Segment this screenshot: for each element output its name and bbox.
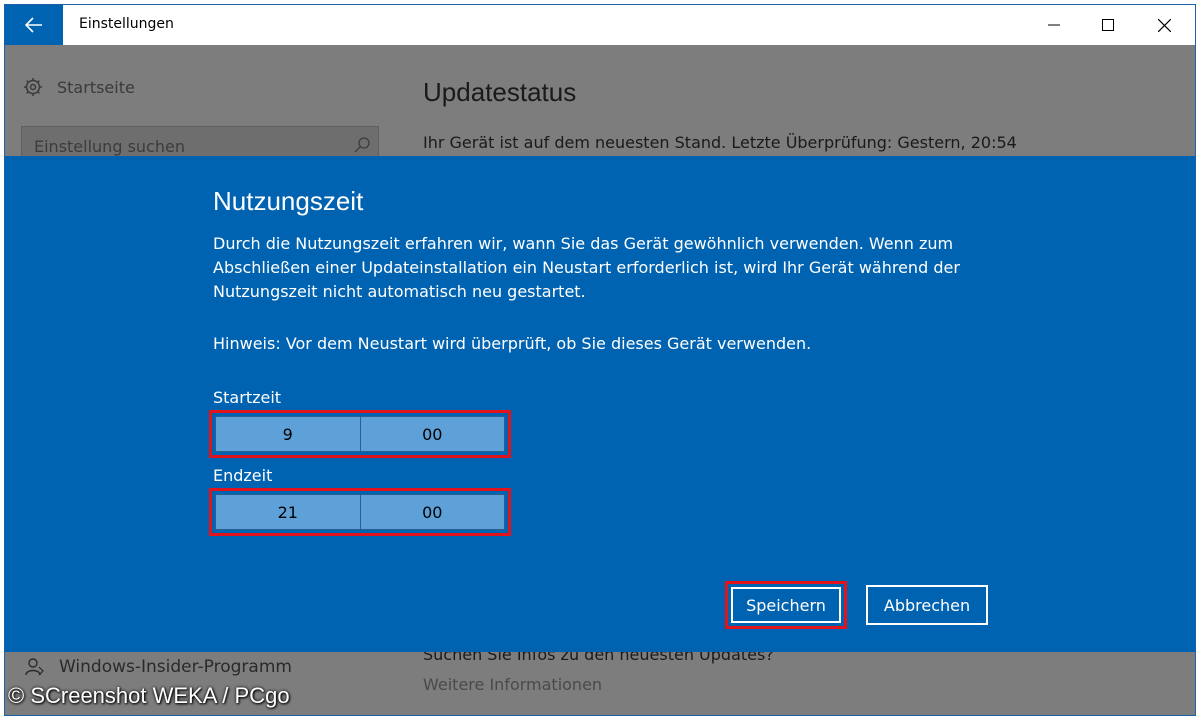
update-status-text: Ihr Gerät ist auf dem neuesten Stand. Le… <box>423 133 1017 152</box>
close-icon <box>1157 18 1171 32</box>
copyright-watermark: © SCreenshot WEKA / PCgo <box>8 683 290 708</box>
search-input[interactable] <box>34 135 334 157</box>
close-button[interactable] <box>1139 5 1189 45</box>
maximize-button[interactable] <box>1083 5 1133 45</box>
minimize-icon <box>1048 24 1060 26</box>
minimize-button[interactable] <box>1029 5 1079 45</box>
more-info-link[interactable]: Weitere Informationen <box>423 675 602 694</box>
window-title: Einstellungen <box>79 16 174 32</box>
active-hours-dialog: Nutzungszeit Durch die Nutzungszeit erfa… <box>5 156 1195 652</box>
end-time-picker[interactable]: 21 00 <box>215 494 505 530</box>
start-hour-field[interactable]: 9 <box>216 417 360 451</box>
end-hour-field[interactable]: 21 <box>216 495 360 529</box>
start-time-label: Startzeit <box>213 388 282 407</box>
dialog-title: Nutzungszeit <box>213 186 364 216</box>
start-time-highlight: 9 00 <box>209 410 511 458</box>
end-time-highlight: 21 00 <box>209 488 511 536</box>
start-minute-field[interactable]: 00 <box>359 417 505 451</box>
sidebar-home-label: Startseite <box>57 77 135 97</box>
gear-icon <box>24 78 42 96</box>
dialog-note: Hinweis: Vor dem Neustart wird überprüft… <box>213 334 812 353</box>
settings-window: Einstellungen Startseite Updatestatus Ih… <box>4 4 1196 716</box>
search-icon <box>354 137 370 153</box>
sidebar-item-insider-label: Windows-Insider-Programm <box>59 657 292 677</box>
save-button[interactable]: Speichern <box>731 587 841 623</box>
page-title: Updatestatus <box>423 77 577 107</box>
save-button-highlight: Speichern <box>725 581 847 629</box>
end-time-label: Endzeit <box>213 466 273 485</box>
end-minute-field[interactable]: 00 <box>359 495 505 529</box>
person-icon <box>25 658 44 676</box>
back-arrow-icon <box>25 17 42 33</box>
maximize-icon <box>1102 19 1114 31</box>
back-button[interactable] <box>5 5 63 45</box>
dialog-description: Durch die Nutzungszeit erfahren wir, wan… <box>213 234 960 301</box>
title-bar: Einstellungen <box>5 5 1195 45</box>
start-time-picker[interactable]: 9 00 <box>215 416 505 452</box>
cancel-button[interactable]: Abbrechen <box>866 585 988 625</box>
sidebar-home-item[interactable]: Startseite <box>23 77 135 97</box>
sidebar-item-insider[interactable]: Windows-Insider-Programm <box>25 657 292 677</box>
